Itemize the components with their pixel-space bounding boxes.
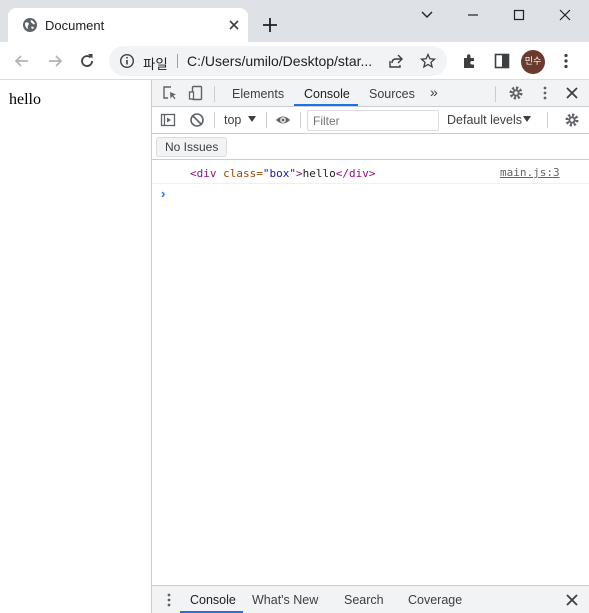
page-viewport: hello (0, 80, 151, 613)
chrome-menu-icon[interactable] (556, 51, 576, 71)
browser-toolbar: 파일 C:/Users/umilo/Desktop/star... 민수 (0, 42, 589, 80)
toolbar-divider (547, 112, 548, 128)
address-bar[interactable]: 파일 C:/Users/umilo/Desktop/star... (109, 46, 447, 76)
globe-icon (22, 17, 38, 33)
log-message[interactable]: <div class="box">hello</div> (190, 167, 375, 180)
clear-console-icon[interactable] (189, 112, 205, 128)
extensions-puzzle-icon[interactable] (460, 51, 480, 71)
toolbar-divider (214, 112, 215, 128)
log-open-tag-end: > (295, 167, 303, 180)
log-levels-dropdown[interactable]: Default levels (447, 113, 522, 127)
caret-down-icon[interactable] (522, 114, 532, 124)
close-devtools-icon[interactable] (564, 85, 580, 101)
browser-tab[interactable]: Document (8, 8, 248, 42)
toolbar-divider (300, 112, 301, 128)
forward-icon[interactable] (45, 51, 65, 71)
omnibox-divider (177, 54, 178, 68)
console-settings-gear-icon[interactable] (564, 112, 580, 128)
bookmark-star-icon[interactable] (420, 53, 436, 69)
tab-title: Document (45, 18, 105, 33)
close-drawer-icon[interactable] (564, 592, 580, 608)
toolbar-divider (214, 86, 215, 102)
close-window-icon[interactable] (554, 6, 576, 24)
active-tab-indicator (294, 104, 358, 106)
drawer-tab-whats-new[interactable]: What's New (252, 593, 318, 607)
maximize-icon[interactable] (508, 6, 530, 24)
close-tab-icon[interactable] (226, 17, 242, 33)
toolbar-divider (495, 86, 496, 102)
page-text: hello (9, 91, 41, 108)
log-close-tag: </div> (335, 167, 376, 180)
devtools-tab-bar: Elements Console Sources » (152, 80, 589, 107)
drawer-tab-search[interactable]: Search (344, 593, 384, 607)
back-icon[interactable] (12, 51, 32, 71)
tab-search-chevron-icon[interactable] (416, 6, 438, 24)
toolbar-divider (266, 112, 267, 128)
tab-sources[interactable]: Sources (369, 87, 415, 101)
issues-bar: No Issues (152, 134, 589, 160)
file-scheme-label: 파일 (143, 57, 168, 73)
log-text: hello (302, 167, 336, 180)
show-sidebar-icon[interactable] (160, 112, 176, 128)
reload-icon[interactable] (77, 51, 97, 71)
console-log-entry[interactable]: <div class="box">hello</div> main.js:3 (152, 162, 589, 184)
title-bar: Document (0, 0, 589, 42)
url-text[interactable]: C:/Users/umilo/Desktop/star... (187, 53, 382, 69)
drawer-menu-icon[interactable] (161, 592, 177, 608)
log-source-link[interactable]: main.js:3 (500, 166, 560, 179)
profile-avatar[interactable]: 민수 (521, 50, 545, 74)
issues-button[interactable]: No Issues (156, 137, 228, 157)
filter-input[interactable] (307, 110, 439, 131)
caret-down-icon[interactable] (247, 114, 257, 124)
tab-console[interactable]: Console (304, 87, 350, 101)
log-attr-value: "box" (262, 167, 296, 180)
console-prompt-icon[interactable]: › (161, 186, 165, 201)
live-expression-eye-icon[interactable] (275, 112, 291, 128)
devtools-panel: Elements Console Sources » top Filter De… (151, 80, 589, 613)
share-icon[interactable] (388, 53, 404, 69)
tab-elements[interactable]: Elements (232, 87, 284, 101)
context-selector[interactable]: top (224, 113, 241, 127)
drawer-tab-console[interactable]: Console (190, 593, 236, 607)
settings-gear-icon[interactable] (508, 85, 524, 101)
devtools-drawer: Console What's New Search Coverage (152, 585, 589, 613)
log-open-tag: <div (190, 167, 217, 180)
log-attr-name: class= (216, 167, 263, 180)
inspect-element-icon[interactable] (162, 85, 178, 101)
new-tab-icon[interactable] (262, 17, 278, 33)
info-icon[interactable] (119, 53, 135, 69)
more-tabs-icon[interactable]: » (430, 84, 438, 100)
kebab-menu-icon[interactable] (537, 85, 553, 101)
drawer-tab-coverage[interactable]: Coverage (408, 593, 462, 607)
device-toolbar-icon[interactable] (188, 85, 204, 101)
minimize-icon[interactable] (462, 6, 484, 24)
console-toolbar: top Default levels (152, 107, 589, 134)
side-panel-icon[interactable] (492, 51, 512, 71)
